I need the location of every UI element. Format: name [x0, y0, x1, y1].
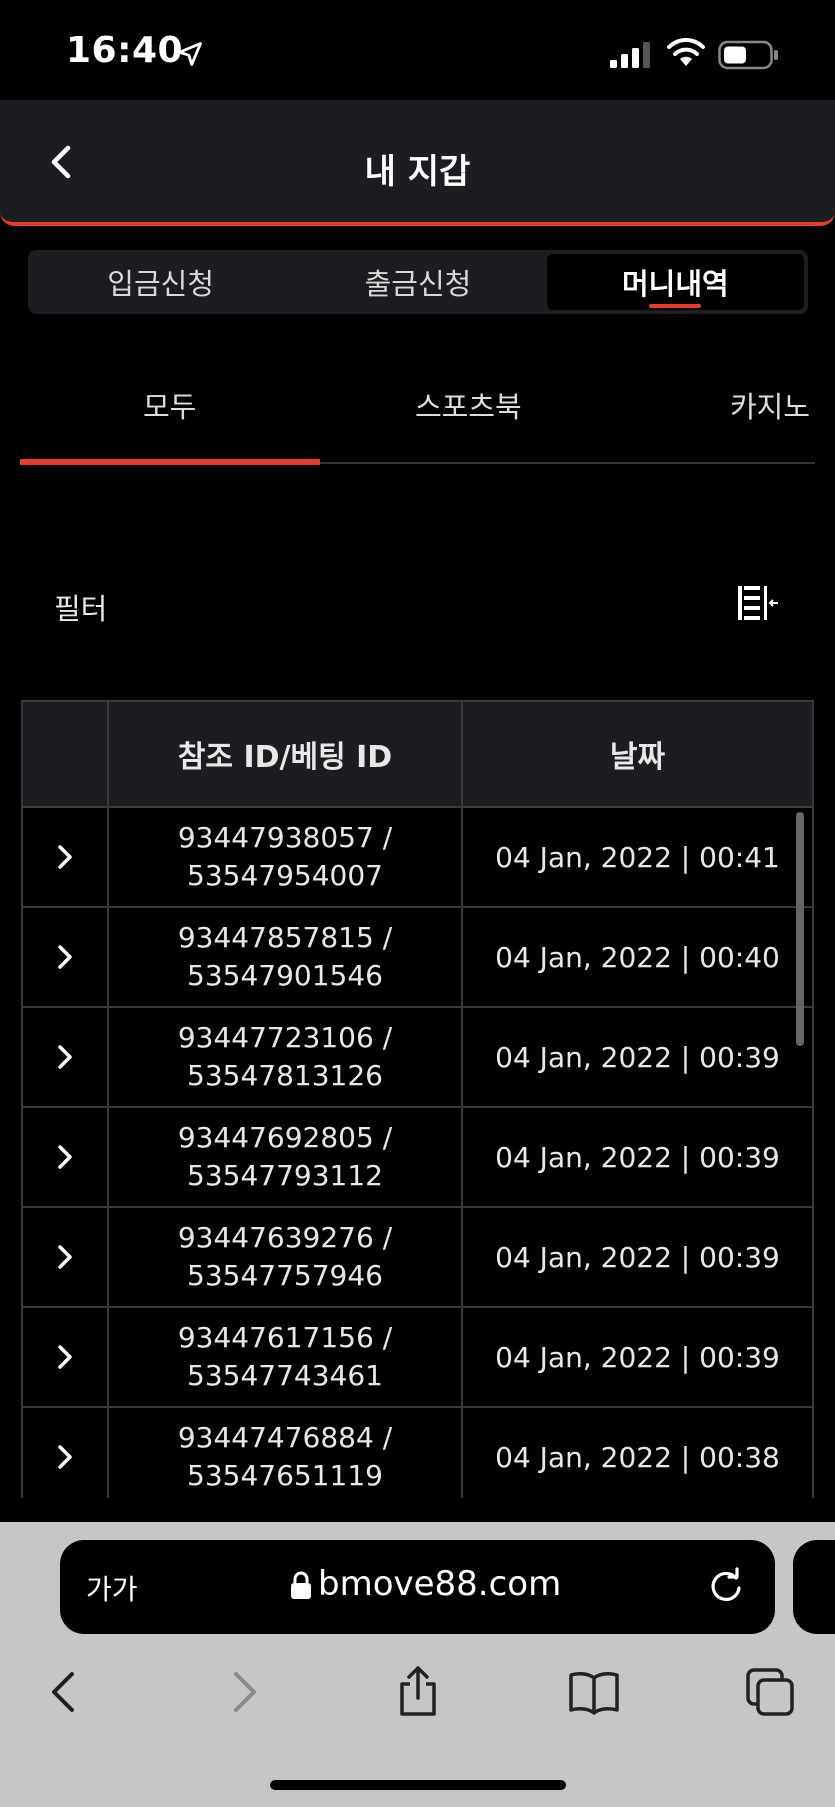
date-cell: 04 Jan, 2022 | 00:39 [495, 1340, 780, 1374]
table-header: 참조 ID/베팅 ID 날짜 [23, 700, 812, 808]
reference-id-cell: 93447723106 / 53547813126 [109, 1008, 463, 1106]
tab-all[interactable]: 모두 [143, 384, 196, 426]
tab-money-history[interactable]: 머니내역 [546, 254, 804, 310]
ref-id: 93447692805 / [177, 1121, 393, 1154]
date-cell: 04 Jan, 2022 | 00:40 [495, 940, 780, 974]
bet-id: 53547901546 [187, 959, 383, 992]
table-row[interactable]: 93447857815 / 53547901546 04 Jan, 2022 | … [23, 908, 812, 1008]
bet-id: 53547954007 [187, 859, 383, 892]
lock-icon [291, 1571, 311, 1599]
date-cell: 04 Jan, 2022 | 00:39 [495, 1040, 780, 1074]
bet-id: 53547757946 [187, 1259, 383, 1292]
chevron-right-icon [58, 1245, 72, 1269]
battery-icon [718, 40, 778, 70]
bet-id: 53547743461 [187, 1359, 383, 1392]
browser-nav-row [0, 1652, 835, 1732]
reference-id-cell: 93447938057 / 53547954007 [109, 808, 463, 906]
chevron-right-icon [58, 845, 72, 869]
filter-label: 필터 [54, 592, 108, 626]
table-body: 93447938057 / 53547954007 04 Jan, 2022 | … [23, 808, 812, 1498]
status-bar: 16:40 [0, 0, 835, 100]
table-row[interactable]: 93447476884 / 53547651119 04 Jan, 2022 | … [23, 1408, 812, 1498]
expand-row-button[interactable] [23, 1308, 109, 1406]
bet-id: 53547813126 [187, 1059, 383, 1092]
tab-casino[interactable]: 카지노 [730, 384, 810, 426]
address-bar[interactable]: 가가 bmove88.com [60, 1540, 775, 1634]
chevron-right-icon [58, 1445, 72, 1469]
ref-id: 93447723106 / [177, 1021, 393, 1054]
chevron-right-icon [58, 1345, 72, 1369]
tab-sportsbook[interactable]: 스포츠북 [415, 384, 522, 426]
reference-id-cell: 93447692805 / 53547793112 [109, 1108, 463, 1206]
ref-id: 93447639276 / [177, 1221, 393, 1254]
bet-id: 53547651119 [187, 1459, 383, 1492]
header-date: 날짜 [609, 740, 666, 775]
active-category-indicator [20, 459, 320, 465]
ref-id: 93447476884 / [177, 1421, 393, 1454]
table-row[interactable]: 93447639276 / 53547757946 04 Jan, 2022 | … [23, 1208, 812, 1308]
table-scrollbar[interactable] [796, 812, 804, 1046]
app-header: 내 지갑 [0, 100, 835, 226]
tab-money-history-label: 머니내역 [621, 267, 729, 301]
table-row[interactable]: 93447692805 / 53547793112 04 Jan, 2022 | … [23, 1108, 812, 1208]
expand-row-button[interactable] [23, 1408, 109, 1498]
reload-icon[interactable] [706, 1566, 746, 1606]
expand-row-button[interactable] [23, 808, 109, 906]
reader-text-size-button[interactable]: 가가 [86, 1568, 138, 1608]
tab-withdraw-request[interactable]: 출금신청 [289, 254, 546, 310]
table-row[interactable]: 93447723106 / 53547813126 04 Jan, 2022 | … [23, 1008, 812, 1108]
ref-id: 93447857815 / [177, 921, 393, 954]
filter-columns-icon[interactable] [734, 580, 782, 626]
url-text[interactable]: bmove88.com [318, 1564, 561, 1604]
expand-row-button[interactable] [23, 908, 109, 1006]
status-time: 16:40 [66, 30, 184, 71]
cellular-signal-icon [610, 42, 650, 68]
browser-back-icon[interactable] [40, 1666, 92, 1718]
table-row[interactable]: 93447617156 / 53547743461 04 Jan, 2022 | … [23, 1308, 812, 1408]
share-icon[interactable] [392, 1666, 444, 1718]
expand-row-button[interactable] [23, 1008, 109, 1106]
ref-id: 93447617156 / [177, 1321, 393, 1354]
reference-id-cell: 93447639276 / 53547757946 [109, 1208, 463, 1306]
date-cell: 04 Jan, 2022 | 00:39 [495, 1240, 780, 1274]
reference-id-cell: 93447617156 / 53547743461 [109, 1308, 463, 1406]
active-tab-underline [649, 304, 702, 308]
date-cell: 04 Jan, 2022 | 00:41 [495, 840, 780, 874]
tabs-icon[interactable] [744, 1666, 796, 1718]
chevron-right-icon [58, 1145, 72, 1169]
category-tabs: 모두 스포츠북 카지노 [20, 370, 815, 465]
browser-forward-icon[interactable] [216, 1666, 268, 1718]
header-reference-id: 참조 ID/베팅 ID [109, 702, 463, 806]
reference-id-cell: 93447857815 / 53547901546 [109, 908, 463, 1006]
browser-toolbar: 가가 bmove88.com [0, 1522, 835, 1807]
table-row[interactable]: 93447938057 / 53547954007 04 Jan, 2022 | … [23, 808, 812, 908]
date-cell: 04 Jan, 2022 | 00:38 [495, 1440, 780, 1474]
header-expand-column [23, 702, 109, 806]
bet-id: 53547793112 [187, 1159, 383, 1192]
ref-id: 93447938057 / [177, 821, 393, 854]
location-arrow-icon [178, 42, 202, 66]
next-tab-peek[interactable] [793, 1540, 835, 1634]
wifi-icon [667, 38, 705, 66]
tab-deposit-request[interactable]: 입금신청 [32, 254, 289, 310]
chevron-right-icon [58, 1045, 72, 1069]
date-cell: 04 Jan, 2022 | 00:39 [495, 1140, 780, 1174]
page-title: 내 지갑 [364, 152, 471, 192]
chevron-right-icon [58, 945, 72, 969]
reference-id-cell: 93447476884 / 53547651119 [109, 1408, 463, 1498]
expand-row-button[interactable] [23, 1208, 109, 1306]
home-indicator [270, 1780, 566, 1790]
transactions-table: 참조 ID/베팅 ID 날짜 93447938057 / 53547954007 … [21, 700, 814, 1498]
wallet-segment-tabs: 입금신청 출금신청 머니내역 [28, 250, 808, 314]
bookmarks-icon[interactable] [568, 1666, 620, 1718]
expand-row-button[interactable] [23, 1108, 109, 1206]
